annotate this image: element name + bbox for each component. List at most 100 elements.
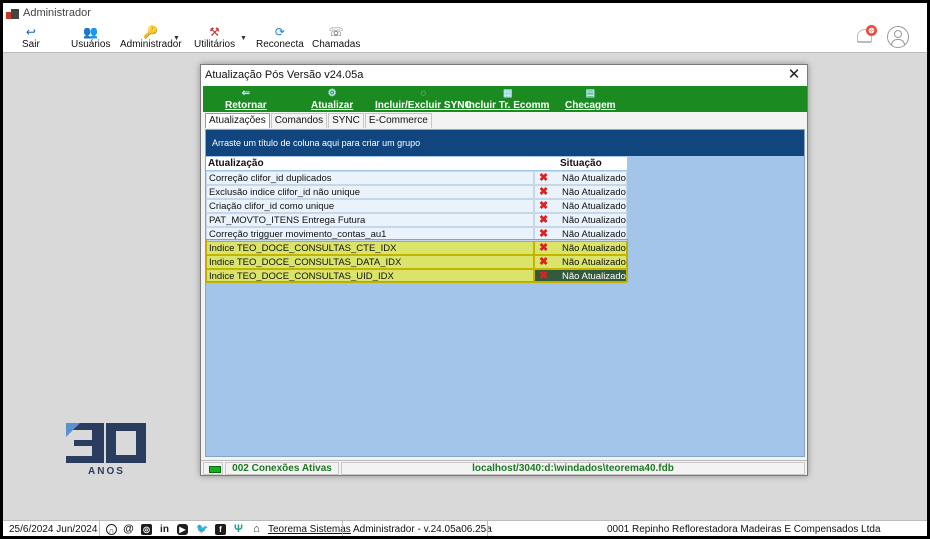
tab-sync[interactable]: SYNC <box>328 113 364 128</box>
title-bar: Administrador <box>3 3 927 23</box>
row-update-name: PAT_MOVTO_ITENS Entrega Futura <box>206 213 534 227</box>
table-icon: ▤ <box>585 88 596 99</box>
incluir-ecomm-button[interactable]: ▦ Incluir Tr. Ecomm <box>466 88 549 111</box>
x-mark-icon: ✖ <box>539 172 549 184</box>
facebook-icon[interactable]: f <box>215 524 226 535</box>
grid-icon: ▦ <box>502 88 513 99</box>
thirty-years-logo: ANOS <box>66 423 151 478</box>
gear-icon: ⚙ <box>327 88 337 99</box>
user-avatar-icon[interactable] <box>887 26 909 48</box>
bottom-status-bar: 25/6/2024 Jun/2024 ∩ @ ◎ in ▶ 🐦 f Ψ ⌂ Te… <box>3 520 927 536</box>
retornar-button[interactable]: ⇐ Retornar <box>225 88 267 111</box>
row-status-cell: ✖ Não Atualizado <box>534 185 627 199</box>
version-label: Administrador - v.24.05a06.25a <box>353 524 492 535</box>
divider <box>342 521 343 536</box>
notification-badge: ⊗ <box>866 25 877 36</box>
database-path: localhost/3040:d:\windados\teorema40.fdb <box>341 462 805 475</box>
tab-ecommerce[interactable]: E-Commerce <box>364 113 432 128</box>
chamadas-label: Chamadas <box>312 39 361 50</box>
thirty-logo-graphic <box>66 423 146 463</box>
sync-icon: ◌ <box>420 88 427 99</box>
row-status: Não Atualizado <box>562 215 626 226</box>
app-window: Administrador ↩ Sair 👥 Usuários 🔑 Admini… <box>0 0 930 539</box>
utilitarios-button[interactable]: ⚒ Utilitários <box>194 26 235 52</box>
notification-bell-icon[interactable]: ⊗ <box>855 25 877 48</box>
x-mark-icon: ✖ <box>539 228 549 240</box>
usuarios-label: Usuários <box>71 39 111 50</box>
row-update-name: Correção trigguer movimento_contas_au1 <box>206 227 534 241</box>
current-date: 25/6/2024 Jun/2024 <box>9 524 98 535</box>
row-status-cell: ✖ Não Atualizado <box>534 255 627 269</box>
utilitarios-label: Utilitários <box>194 39 236 50</box>
row-status-cell: ✖ Não Atualizado <box>534 213 627 227</box>
row-update-name: Indice TEO_DOCE_CONSULTAS_UID_IDX <box>206 269 534 283</box>
tools-icon: ⚒ <box>209 25 220 39</box>
reconecta-button[interactable]: ⟳ Reconecta <box>256 26 304 52</box>
company-name: 0001 Repinho Reflorestadora Madeiras E C… <box>607 524 881 535</box>
row-status-cell: ✖ Não Atualizado <box>534 199 627 213</box>
utilitarios-dropdown-icon[interactable]: ▼ <box>240 35 247 42</box>
x-mark-icon: ✖ <box>539 270 549 282</box>
at-email-icon[interactable]: @ <box>123 524 134 535</box>
users-icon: 👥 <box>83 25 99 39</box>
row-status-cell: ✖ Não Atualizado <box>534 227 627 241</box>
row-status-cell: ✖ Não Atualizado <box>534 171 627 185</box>
updates-grid: Arraste um título de coluna aqui para cr… <box>205 129 805 457</box>
dialog-tabs: Atualizações Comandos SYNC E-Commerce <box>205 113 433 128</box>
tab-atualizacoes[interactable]: Atualizações <box>205 113 270 128</box>
row-update-name: Indice TEO_DOCE_CONSULTAS_DATA_IDX <box>206 255 534 269</box>
row-status: Não Atualizado <box>562 243 626 254</box>
row-status: Não Atualizado <box>562 271 626 282</box>
youtube-icon[interactable]: ▶ <box>177 524 188 535</box>
linkedin-icon[interactable]: in <box>159 524 170 535</box>
column-header-situacao[interactable]: Situação <box>534 157 627 170</box>
dialog-title: Atualização Pós Versão v24.05a <box>201 65 807 86</box>
atualizar-button[interactable]: ⚙ Atualizar <box>311 88 353 111</box>
x-mark-icon: ✖ <box>539 186 549 198</box>
twitter-icon[interactable]: 🐦 <box>196 524 208 535</box>
sair-button[interactable]: ↩ Sair <box>22 26 40 52</box>
row-status-cell: ✖ Não Atualizado <box>534 269 627 283</box>
row-update-name: Exclusão indice clifor_id não unique <box>206 185 534 199</box>
administrador-dropdown-icon[interactable]: ▼ <box>173 35 180 42</box>
row-status-cell: ✖ Não Atualizado <box>534 241 627 255</box>
logo-anos-text: ANOS <box>88 466 125 477</box>
teorema-sistemas-link[interactable]: Teorema Sistemas <box>268 521 351 536</box>
close-icon[interactable]: ✕ <box>785 66 803 84</box>
window-title: Administrador <box>23 7 91 19</box>
row-update-name: Correção clifor_id duplicados <box>206 171 534 185</box>
row-status: Não Atualizado <box>562 229 626 240</box>
usuarios-button[interactable]: 👥 Usuários <box>71 26 110 52</box>
row-status: Não Atualizado <box>562 257 626 268</box>
connection-led-icon <box>203 462 223 475</box>
key-icon: 🔑 <box>143 25 159 39</box>
teorema-logo-icon: Ψ <box>233 523 244 535</box>
tab-comandos[interactable]: Comandos <box>270 113 328 128</box>
row-update-name: Indice TEO_DOCE_CONSULTAS_CTE_IDX <box>206 241 534 255</box>
x-mark-icon: ✖ <box>539 200 549 212</box>
instagram-icon[interactable]: ◎ <box>141 524 152 535</box>
incluir-sync-button[interactable]: ◌ Incluir/Excluir SYNC <box>375 88 472 111</box>
row-status: Não Atualizado <box>562 173 626 184</box>
headset-icon[interactable]: ∩ <box>106 524 117 535</box>
x-mark-icon: ✖ <box>539 214 549 226</box>
x-mark-icon: ✖ <box>539 256 549 268</box>
reconnect-icon: ⟳ <box>274 25 285 39</box>
return-icon: ⇐ <box>241 88 251 99</box>
checagem-button[interactable]: ▤ Checagem <box>565 88 616 111</box>
app-logo-icon <box>6 7 19 20</box>
active-connections: 002 Conexões Ativas <box>225 462 339 475</box>
column-header-atualizacao[interactable]: Atualização <box>206 157 534 170</box>
row-status: Não Atualizado <box>562 201 626 212</box>
main-toolbar: ↩ Sair 👥 Usuários 🔑 Administrador ▼ ⚒ Ut… <box>3 23 927 53</box>
dialog-statusbar: 002 Conexões Ativas localhost/3040:d:\wi… <box>201 460 807 475</box>
chamadas-button[interactable]: ☏ Chamadas <box>312 26 360 52</box>
dialog-actionbar: ⇐ Retornar ⚙ Atualizar ◌ Incluir/Excluir… <box>203 86 807 112</box>
x-mark-icon: ✖ <box>539 242 549 254</box>
group-by-hint[interactable]: Arraste um título de coluna aqui para cr… <box>206 130 804 156</box>
divider <box>99 521 100 536</box>
exit-arrow-icon: ↩ <box>25 25 36 39</box>
home-icon[interactable]: ⌂ <box>251 524 262 535</box>
sair-label: Sair <box>22 39 40 50</box>
row-update-name: Criação clifor_id como unique <box>206 199 534 213</box>
